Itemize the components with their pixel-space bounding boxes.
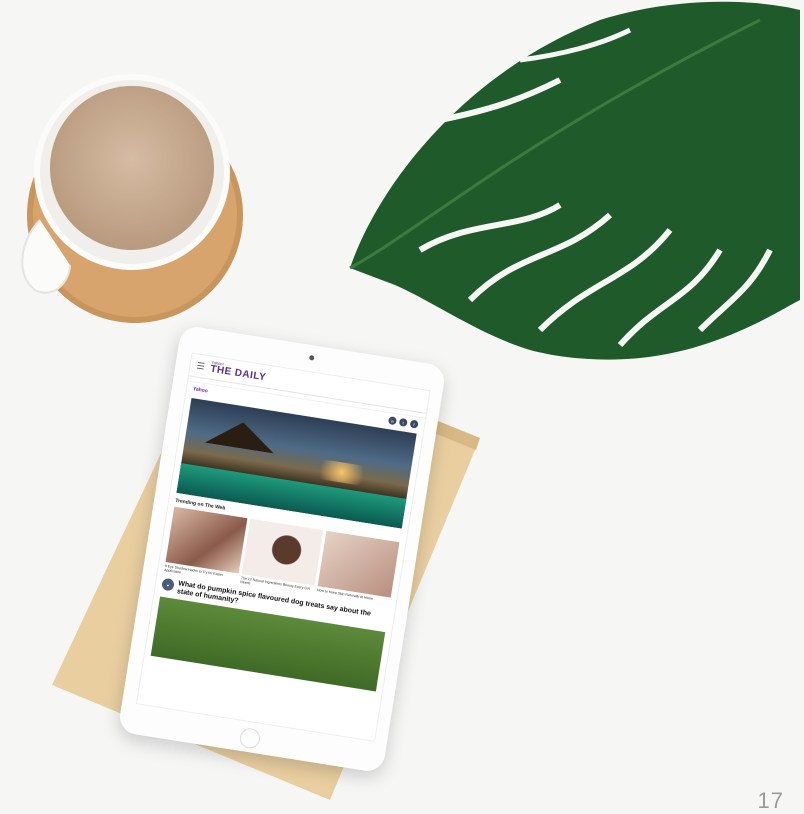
trending-card[interactable]: 8 Eye Shadow Hacks to Try for Easier App…: [164, 506, 248, 584]
brand-label[interactable]: Yahoo: [192, 386, 208, 394]
trending-card[interactable]: The 12 Natural Ingredients Beauty Every …: [240, 518, 324, 596]
app-logo[interactable]: Yahoo! THE DAILY: [209, 360, 267, 384]
coffee-cup: [21, 74, 243, 323]
page-number: 17: [757, 788, 784, 813]
avatar: ●: [161, 578, 175, 592]
menu-icon[interactable]: ☰: [196, 360, 206, 372]
social-links: in t f: [387, 416, 419, 429]
twitter-icon[interactable]: t: [398, 417, 408, 427]
facebook-icon[interactable]: f: [409, 419, 419, 429]
monstera-leaf: [349, 1, 800, 360]
resort-lights: [310, 457, 373, 487]
resort-hut: [205, 417, 278, 454]
trending-card[interactable]: How to Keep Skin Naturally at Home: [316, 530, 400, 608]
linkedin-icon[interactable]: in: [387, 416, 398, 426]
